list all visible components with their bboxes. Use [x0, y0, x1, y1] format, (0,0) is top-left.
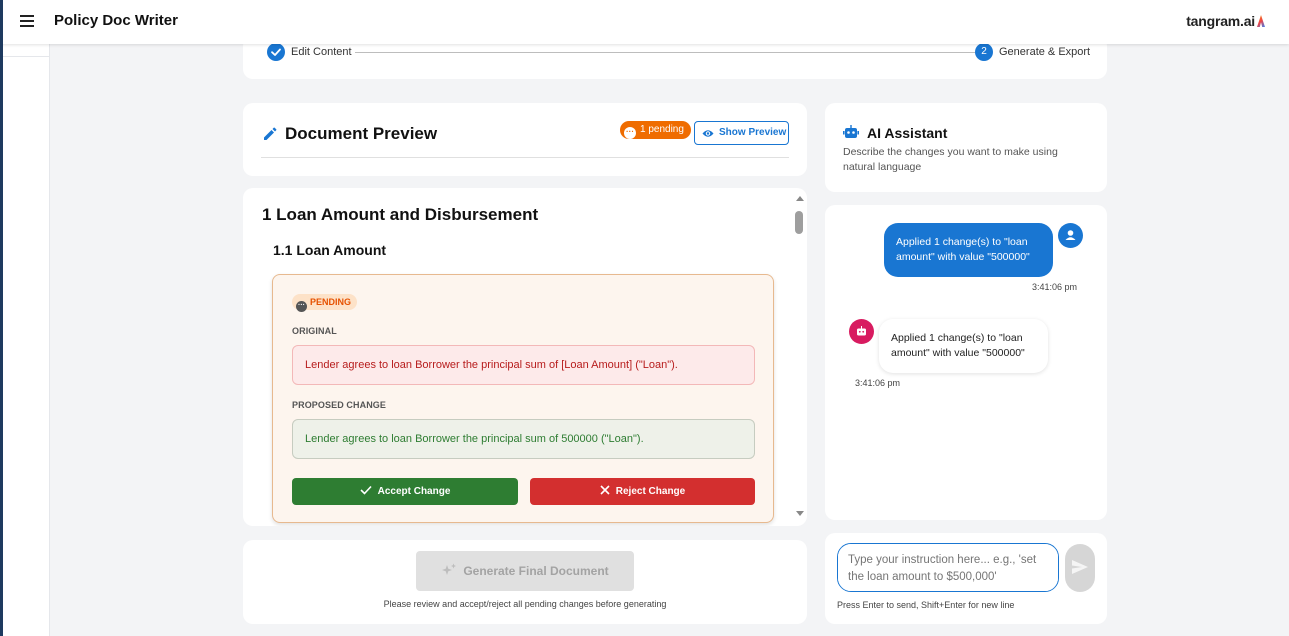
- chat-input-panel: Press Enter to send, Shift+Enter for new…: [825, 533, 1107, 624]
- original-text: Lender agrees to loan Borrower the princ…: [292, 345, 755, 385]
- ai-assistant-header: AI Assistant Describe the changes you wa…: [825, 103, 1107, 192]
- document-scrollbar[interactable]: [793, 196, 805, 522]
- bot-message-time: 3:41:06 pm: [855, 378, 901, 388]
- app-title: Policy Doc Writer: [54, 12, 178, 29]
- original-label: ORIGINAL: [292, 326, 337, 336]
- pending-count-badge: ··· 1 pending: [620, 121, 691, 139]
- bot-avatar-icon: [849, 319, 874, 344]
- step-2-number: 2: [975, 43, 993, 61]
- pending-dots-icon: ···: [624, 127, 636, 139]
- proposed-text: Lender agrees to loan Borrower the princ…: [292, 419, 755, 459]
- generate-note: Please review and accept/reject all pend…: [383, 599, 667, 609]
- brand-logo: tangram.ai: [1186, 13, 1265, 29]
- show-preview-button[interactable]: Show Preview: [694, 121, 789, 145]
- scroll-down-arrow-icon[interactable]: [796, 511, 804, 516]
- proposed-change-label: PROPOSED CHANGE: [292, 400, 387, 410]
- bot-message: Applied 1 change(s) to "loan amount" wit…: [879, 319, 1048, 373]
- close-icon: [600, 485, 610, 495]
- generate-panel: Generate Final Document Please review an…: [243, 540, 807, 624]
- pending-change-card: ··· PENDING ORIGINAL Lender agrees to loa…: [272, 274, 774, 523]
- robot-icon: [843, 125, 859, 138]
- app-bar: Policy Doc Writer tangram.ai: [0, 0, 1289, 44]
- step-1-label[interactable]: Edit Content: [291, 46, 352, 58]
- ai-assistant-title: AI Assistant: [867, 125, 948, 141]
- sparkle-icon: [442, 563, 457, 575]
- check-icon: [360, 485, 372, 495]
- pencil-icon: [264, 127, 277, 140]
- document-preview-header: Document Preview ··· 1 pending Show Previ…: [243, 103, 807, 176]
- instruction-input[interactable]: [837, 543, 1059, 592]
- sidebar: [3, 44, 50, 636]
- menu-icon[interactable]: [20, 15, 34, 27]
- header-divider: [261, 157, 789, 158]
- sidebar-divider: [3, 56, 50, 57]
- ai-assistant-subtitle: Describe the changes you want to make us…: [843, 146, 1058, 173]
- eye-icon: [702, 130, 714, 137]
- reject-change-button[interactable]: Reject Change: [530, 478, 755, 505]
- scroll-up-arrow-icon[interactable]: [796, 196, 804, 201]
- send-icon: [1072, 560, 1088, 574]
- step-1-check-icon: [267, 43, 285, 61]
- pending-dots-icon: ···: [296, 301, 307, 312]
- brand-mark-icon: [1257, 15, 1265, 27]
- window-edge: [0, 0, 3, 636]
- pending-status-badge: ··· PENDING: [292, 294, 358, 312]
- accept-change-button[interactable]: Accept Change: [292, 478, 518, 505]
- input-hint: Press Enter to send, Shift+Enter for new…: [837, 600, 1015, 610]
- user-message: Applied 1 change(s) to "loan amount" wit…: [884, 223, 1053, 277]
- user-message-time: 3:41:06 pm: [1032, 282, 1078, 292]
- step-2-label[interactable]: Generate & Export: [999, 46, 1090, 58]
- document-preview-title: Document Preview: [285, 124, 438, 143]
- document-content: 1 Loan Amount and Disbursement 1.1 Loan …: [243, 188, 807, 526]
- scroll-thumb[interactable]: [795, 211, 803, 234]
- section-heading: 1 Loan Amount and Disbursement: [262, 205, 539, 224]
- generate-final-document-button[interactable]: Generate Final Document: [416, 551, 634, 591]
- chat-messages: Applied 1 change(s) to "loan amount" wit…: [825, 205, 1107, 520]
- step-connector: [355, 52, 975, 53]
- subsection-heading: 1.1 Loan Amount: [273, 242, 387, 258]
- user-avatar-icon: [1058, 223, 1083, 248]
- send-button[interactable]: [1065, 544, 1095, 592]
